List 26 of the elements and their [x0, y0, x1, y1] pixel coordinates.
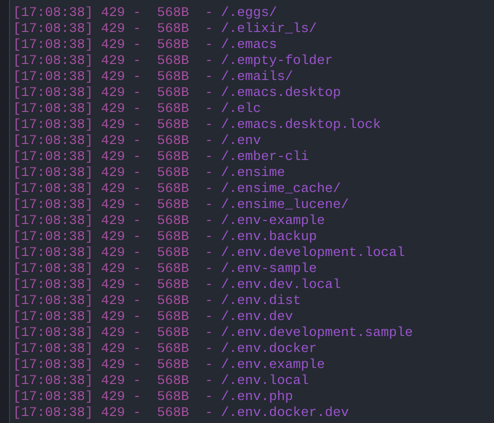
- log-line: [17:08:38] 429 - 568B - /.env.php: [13, 390, 293, 406]
- log-line: [17:08:38] 429 - 568B - /.env: [13, 134, 261, 150]
- log-line: [17:08:38] 429 - 568B - /.emacs.desktop: [13, 86, 341, 102]
- log-line: [17:08:38] 429 - 568B - /.elc: [13, 102, 261, 118]
- log-line: [17:08:38] 429 - 568B - /.ensime_lucene/: [13, 198, 349, 214]
- log-line: [17:08:38] 429 - 568B - /.elixir_ls/: [13, 22, 317, 38]
- log-line: [17:08:38] 429 - 568B - /.env.development.sample: [13, 326, 413, 342]
- log-line: [17:08:38] 429 - 568B - /.eggs/: [13, 6, 277, 22]
- log-line: [17:08:38] 429 - 568B - /.ensime_cache/: [13, 182, 341, 198]
- log-line: [17:08:38] 429 - 568B - /.emacs: [13, 38, 277, 54]
- log-line: [17:08:38] 429 - 568B - /.env.docker: [13, 342, 317, 358]
- log-line: [17:08:38] 429 - 568B - /.env.backup: [13, 230, 317, 246]
- log-line: [17:08:38] 429 - 568B - /.env-sample: [13, 262, 317, 278]
- log-line: [17:08:38] 429 - 568B - /.emails/: [13, 70, 293, 86]
- log-line: [17:08:38] 429 - 568B - /.ensime: [13, 166, 285, 182]
- log-line: [17:08:38] 429 - 568B - /.env.dev: [13, 310, 293, 326]
- log-line: [17:08:38] 429 - 568B - /.empty-folder: [13, 54, 333, 70]
- log-line: [17:08:38] 429 - 568B - /.env-example: [13, 214, 325, 230]
- log-line: [17:08:38] 429 - 568B - /.ember-cli: [13, 150, 309, 166]
- log-line: [17:08:38] 429 - 568B - /.env.docker.dev: [13, 406, 349, 422]
- log-line: [17:08:38] 429 - 568B - /.env.dist: [13, 294, 301, 310]
- log-line: [17:08:38] 429 - 568B - /.env.dev.local: [13, 278, 341, 294]
- log-line: [17:08:38] 429 - 568B - /.env.local: [13, 374, 309, 390]
- log-line: [17:08:38] 429 - 568B - /.emacs.desktop.lock: [13, 118, 381, 134]
- log-line: [17:08:38] 429 - 568B - /.env.example: [13, 358, 325, 374]
- log-line: [17:08:38] 429 - 568B - /.env.development.local: [13, 246, 405, 262]
